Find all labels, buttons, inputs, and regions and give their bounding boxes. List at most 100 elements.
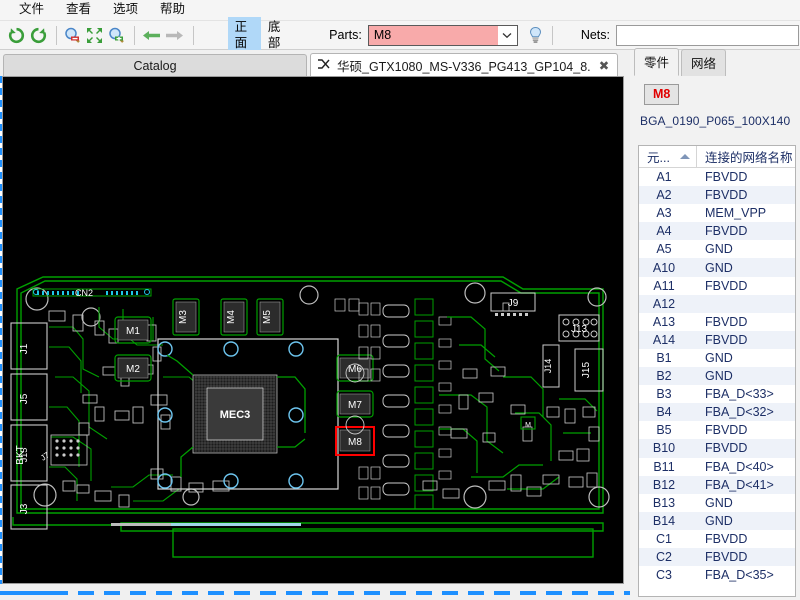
cell-net: FBVDD <box>705 441 748 456</box>
table-row[interactable]: C2 FBVDD <box>639 547 795 567</box>
table-row[interactable]: A2 FBVDD <box>639 186 795 205</box>
table-row[interactable]: A11 FBVDD <box>639 277 795 295</box>
cell-net: FBVDD <box>705 170 748 185</box>
table-row[interactable]: A1 FBVDD <box>639 168 795 186</box>
cell-net: GND <box>705 495 733 510</box>
cell-pin: B10 <box>652 441 676 456</box>
table-row[interactable]: B12 FBA_D<41> <box>639 475 795 494</box>
zoom-out-icon[interactable] <box>63 24 83 47</box>
cell-net: GND <box>705 350 733 365</box>
table-row[interactable]: A10 GND <box>639 258 795 277</box>
table-row[interactable]: B4 FBA_D<32> <box>639 403 795 422</box>
tab-nets[interactable]: 网络 <box>681 49 727 76</box>
table-row[interactable]: C3 FBA_D<35> <box>639 566 795 584</box>
shuffle-icon <box>317 58 331 73</box>
fit-to-screen-icon[interactable] <box>85 24 105 47</box>
tab-parts[interactable]: 零件 <box>634 48 680 76</box>
menu-view[interactable]: 查看 <box>55 0 102 20</box>
toolbar: 正面 底部 Parts: M8 Nets: <box>0 16 800 54</box>
column-header-pin-label: 元... <box>647 151 670 165</box>
zoom-in-icon[interactable] <box>106 24 126 47</box>
toolbar-separator <box>551 25 553 45</box>
nets-input[interactable] <box>616 24 799 46</box>
table-row[interactable]: B2 GND <box>639 367 795 386</box>
cell-pin: B12 <box>652 477 676 492</box>
svg-text:J15: J15 <box>19 448 29 463</box>
table-row[interactable]: B3 FBA_D<33> <box>639 385 795 403</box>
toolbar-separator <box>192 25 194 45</box>
menu-bar: 文件 查看 选项 帮助 <box>0 0 800 21</box>
menu-options[interactable]: 选项 <box>102 0 149 20</box>
table-row[interactable]: B1 GND <box>639 349 795 367</box>
table-row[interactable]: A4 FBVDD <box>639 222 795 241</box>
selected-part-badge[interactable]: M8 <box>644 84 680 105</box>
cell-pin: A10 <box>652 260 676 275</box>
cell-pin: A11 <box>653 278 675 293</box>
svg-text:M8: M8 <box>348 437 362 448</box>
rotate-right-icon[interactable] <box>29 24 49 47</box>
table-row[interactable]: A13 FBVDD <box>639 313 795 331</box>
lightbulb-icon[interactable] <box>526 25 546 45</box>
svg-text:J13: J13 <box>571 324 588 335</box>
cell-pin: A14 <box>652 332 676 347</box>
view-side-toggle: 正面 底部 <box>227 16 295 54</box>
cell-pin: B5 <box>656 423 672 438</box>
tab-document[interactable]: 华硕_GTX1080_MS-V336_PG413_GP104_8... ✖ <box>310 53 618 77</box>
pcb-board-view[interactable]: CN2 J1 J5 BKT J3 J15 J7 M1 M2 M3 M4 M5 M… <box>2 76 624 584</box>
application-window: 文件 查看 选项 帮助 正面 底部 Parts: M8 Nets: Catalo… <box>0 0 800 600</box>
cell-pin: C1 <box>656 531 672 546</box>
chevron-down-icon[interactable] <box>497 25 517 45</box>
svg-text:J3: J3 <box>19 503 30 514</box>
cell-net: GND <box>705 242 733 257</box>
table-row[interactable]: A12 <box>639 294 795 313</box>
back-arrow-icon[interactable] <box>141 24 162 47</box>
cell-pin: B2 <box>656 369 672 384</box>
cell-net: FBVDD <box>705 188 748 203</box>
svg-text:M1: M1 <box>126 326 140 337</box>
cell-net: FBVDD <box>705 531 748 546</box>
svg-text:M4: M4 <box>226 310 237 324</box>
cell-net: FBVDD <box>705 224 748 239</box>
table-row[interactable]: A5 GND <box>639 240 795 258</box>
table-row[interactable]: B11 FBA_D<40> <box>639 458 795 476</box>
table-row[interactable]: A3 MEM_VPP <box>639 204 795 222</box>
nets-label: Nets: <box>580 28 610 42</box>
table-row[interactable]: B10 FBVDD <box>639 439 795 458</box>
document-tab-bar: Catalog 华硕_GTX1080_MS-V336_PG413_GP104_8… <box>0 50 628 77</box>
parts-input[interactable]: M8 <box>368 25 498 45</box>
column-header-pin[interactable]: 元... <box>639 146 697 167</box>
cell-pin: B11 <box>653 459 675 474</box>
cell-net: FBVDD <box>705 423 748 438</box>
view-bottom-button[interactable]: 底部 <box>261 17 294 54</box>
table-header-row: 元... 连接的网络名称 <box>639 146 795 168</box>
parts-control: Parts: M8 <box>329 24 559 46</box>
table-row[interactable]: A14 FBVDD <box>639 330 795 349</box>
cell-net: FBVDD <box>705 332 748 347</box>
cell-pin: A2 <box>656 188 672 203</box>
table-row[interactable]: B5 FBVDD <box>639 421 795 439</box>
cell-net: FBA_D<41> <box>705 477 774 492</box>
cell-net: FBVDD <box>705 550 748 565</box>
cell-net: FBA_D<40> <box>705 459 774 474</box>
parts-combobox[interactable]: M8 <box>367 24 518 46</box>
view-front-button[interactable]: 正面 <box>227 16 261 54</box>
close-icon[interactable]: ✖ <box>597 59 611 73</box>
cell-net: FBVDD <box>705 278 748 293</box>
column-header-net[interactable]: 连接的网络名称 <box>697 146 795 167</box>
scrollbar-thumb[interactable] <box>0 591 64 595</box>
table-row[interactable]: B13 GND <box>639 494 795 512</box>
menu-file[interactable]: 文件 <box>8 0 55 20</box>
panel-splitter[interactable] <box>625 76 629 584</box>
table-row[interactable]: B14 GND <box>639 511 795 530</box>
table-row[interactable]: C1 FBVDD <box>639 530 795 548</box>
selected-part-M8: M8 <box>335 426 375 456</box>
properties-panel: 零件 网络 M8 BGA_0190_P065_100X140 元... 连接的网… <box>630 48 800 600</box>
tab-catalog[interactable]: Catalog <box>3 54 307 77</box>
rotate-left-icon[interactable] <box>7 24 27 47</box>
parts-label: Parts: <box>329 28 362 42</box>
svg-text:M2: M2 <box>126 364 140 375</box>
pin-net-table[interactable]: 元... 连接的网络名称 A1 FBVDD A2 FBVDD A3 MEM_VPP A4 FB… <box>638 145 796 597</box>
cell-pin: A5 <box>656 242 672 257</box>
cell-net: FBVDD <box>705 314 748 329</box>
menu-help[interactable]: 帮助 <box>149 0 196 20</box>
